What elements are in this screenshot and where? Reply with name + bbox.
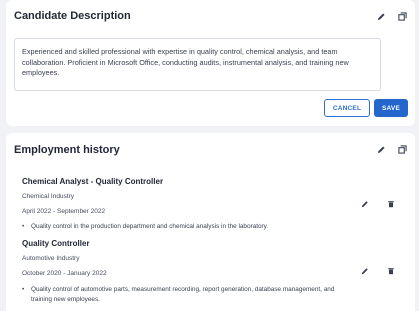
job-title: Quality Controller [22,239,90,248]
cancel-button[interactable]: CANCEL [324,99,370,117]
job-bullet-text: Quality control in the production depart… [31,223,269,230]
employment-history-card: Employment history Chemical Analyst - Qu… [6,133,415,311]
trash-icon[interactable] [385,265,396,276]
expand-icon[interactable] [397,11,407,21]
save-button[interactable]: SAVE [374,99,408,117]
pencil-icon[interactable] [359,265,370,276]
job-industry: Automotive Industry [22,255,80,262]
employment-history-title: Employment history [14,144,120,156]
pencil-icon[interactable] [359,198,370,209]
job-title: Chemical Analyst - Quality Controller [22,177,164,186]
job-industry: Chemical Industry [22,193,75,200]
bullet-dot: • [22,223,25,230]
pencil-icon[interactable] [376,11,386,21]
job-dates: October 2020 - January 2022 [22,270,107,277]
job-bullet-text: Quality control of automotive parts, mea… [31,286,335,303]
description-textarea[interactable]: Experienced and skilled professional wit… [14,38,381,91]
job-dates: April 2022 - September 2022 [22,208,106,215]
candidate-description-title: Candidate Description [14,10,131,22]
candidate-description-card: Candidate Description Experienced and sk… [6,0,415,126]
trash-icon[interactable] [385,198,396,209]
job-bullet: • Quality control in the production depa… [22,222,342,232]
expand-icon[interactable] [397,144,407,154]
job-bullet: • Quality control of automotive parts, m… [22,285,342,304]
bullet-dot: • [22,286,25,293]
pencil-icon[interactable] [376,144,386,154]
